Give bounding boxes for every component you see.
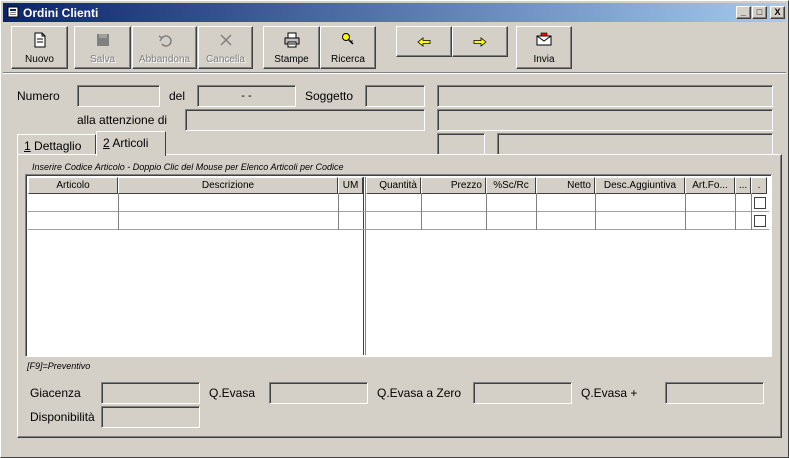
grid-split-line-2 (365, 177, 366, 355)
address-field-1[interactable] (437, 109, 773, 131)
nuovo-label: Nuovo (25, 54, 54, 65)
cancella-label: Cancella (206, 54, 245, 65)
numero-label: Numero (17, 89, 60, 103)
soggetto-code-field[interactable] (365, 85, 425, 107)
col-prezzo[interactable]: Prezzo (421, 177, 486, 194)
tab-articoli-label: Articoli (109, 136, 149, 150)
grid-col-line (595, 194, 596, 230)
close-button[interactable]: X (770, 6, 785, 19)
del-label: del (169, 89, 186, 103)
minimize-button[interactable]: _ (736, 6, 751, 19)
salva-button[interactable]: Salva (74, 26, 131, 69)
qevasa-plus-label: Q.Evasa + (581, 386, 638, 400)
app-window: Ordini Clienti _ □ X Nuovo Salva Abbando… (0, 0, 789, 458)
articoli-grid[interactable]: Articolo Descrizione UM Quantità Prezzo … (25, 174, 772, 357)
toolbar-separator (3, 72, 786, 74)
col-art-fo[interactable]: Art.Fo... (685, 177, 735, 194)
stampe-button[interactable]: Stampe (263, 26, 320, 69)
col-more[interactable]: ... (735, 177, 751, 194)
col-desc-aggiuntiva[interactable]: Desc.Aggiuntiva (595, 177, 685, 194)
next-button[interactable] (452, 26, 508, 57)
title-bar[interactable]: Ordini Clienti _ □ X (3, 3, 786, 22)
printer-icon (284, 32, 299, 48)
delete-icon (219, 34, 232, 46)
send-icon (536, 32, 552, 46)
row-1-checkbox[interactable] (754, 197, 766, 209)
grid-col-line (685, 194, 686, 230)
maximize-button[interactable]: □ (752, 6, 767, 19)
date-field[interactable]: - - (197, 85, 296, 107)
qevasa-label: Q.Evasa (209, 386, 256, 400)
grid-col-line (486, 194, 487, 230)
address-field-3[interactable] (497, 133, 773, 155)
abbandona-button[interactable]: Abbandona (132, 26, 197, 69)
attenzione-field[interactable] (185, 109, 425, 131)
tab-dettaglio-key: 1 (24, 139, 31, 153)
grid-split-line (363, 177, 364, 355)
attenzione-label: alla attenzione di (77, 113, 168, 127)
invia-label: Invia (533, 54, 555, 65)
table-row-1-bottom (28, 211, 769, 212)
search-key-icon (342, 33, 354, 45)
window-title: Ordini Clienti (23, 6, 99, 20)
table-row-2-bottom (28, 229, 769, 230)
grid-col-line (421, 194, 422, 230)
qevasa-field (269, 382, 368, 404)
row-2-checkbox[interactable] (754, 215, 766, 227)
app-icon (7, 6, 19, 18)
soggetto-label: Soggetto (305, 89, 354, 103)
grid-col-line (751, 194, 752, 230)
col-netto[interactable]: Netto (536, 177, 595, 194)
tab-dettaglio[interactable]: 1 Dettaglio (17, 134, 96, 156)
col-quantita[interactable]: Quantità (366, 177, 421, 194)
disponibilita-field (101, 406, 200, 428)
arrow-right-icon (473, 37, 487, 47)
salva-label: Salva (89, 54, 115, 65)
soggetto-name-field[interactable] (437, 85, 773, 107)
giacenza-field (101, 382, 200, 404)
nuovo-button[interactable]: Nuovo (11, 26, 68, 69)
invia-button[interactable]: Invia (516, 26, 572, 69)
col-flag[interactable]: . (751, 177, 767, 194)
grid-col-line (735, 194, 736, 230)
tab-articoli-key: 2 (103, 136, 110, 150)
preventivo-hint: [F9]=Preventivo (27, 361, 91, 371)
stampe-label: Stampe (274, 54, 309, 65)
grid-col-line (338, 194, 339, 230)
undo-icon (158, 35, 172, 47)
arrow-left-icon (417, 37, 431, 47)
tab-dettaglio-label: Dettaglio (30, 139, 82, 153)
qevasa-zero-label: Q.Evasa a Zero (377, 386, 462, 400)
new-document-icon (34, 32, 45, 48)
col-sconto[interactable]: %Sc/Rc (486, 177, 536, 194)
col-descrizione[interactable]: Descrizione (118, 177, 338, 194)
grid-col-line (118, 194, 119, 230)
numero-field[interactable] (77, 85, 160, 107)
tab-articoli[interactable]: 2 Articoli (96, 131, 166, 156)
giacenza-label: Giacenza (30, 386, 81, 400)
qevasa-plus-field (665, 382, 764, 404)
col-um[interactable]: UM (338, 177, 363, 194)
col-articolo[interactable]: Articolo (28, 177, 118, 194)
disponibilita-label: Disponibilità (30, 410, 95, 424)
ricerca-button[interactable]: Ricerca (320, 26, 376, 69)
abbandona-label: Abbandona (138, 54, 191, 65)
save-icon (96, 34, 109, 46)
qevasa-zero-field (473, 382, 572, 404)
prev-button[interactable] (396, 26, 452, 57)
cancella-button[interactable]: Cancella (198, 26, 253, 69)
articoli-hint: Inserire Codice Articolo - Doppio Clic d… (32, 162, 344, 172)
address-field-2[interactable] (437, 133, 485, 155)
grid-col-line (536, 194, 537, 230)
ricerca-label: Ricerca (331, 54, 365, 65)
